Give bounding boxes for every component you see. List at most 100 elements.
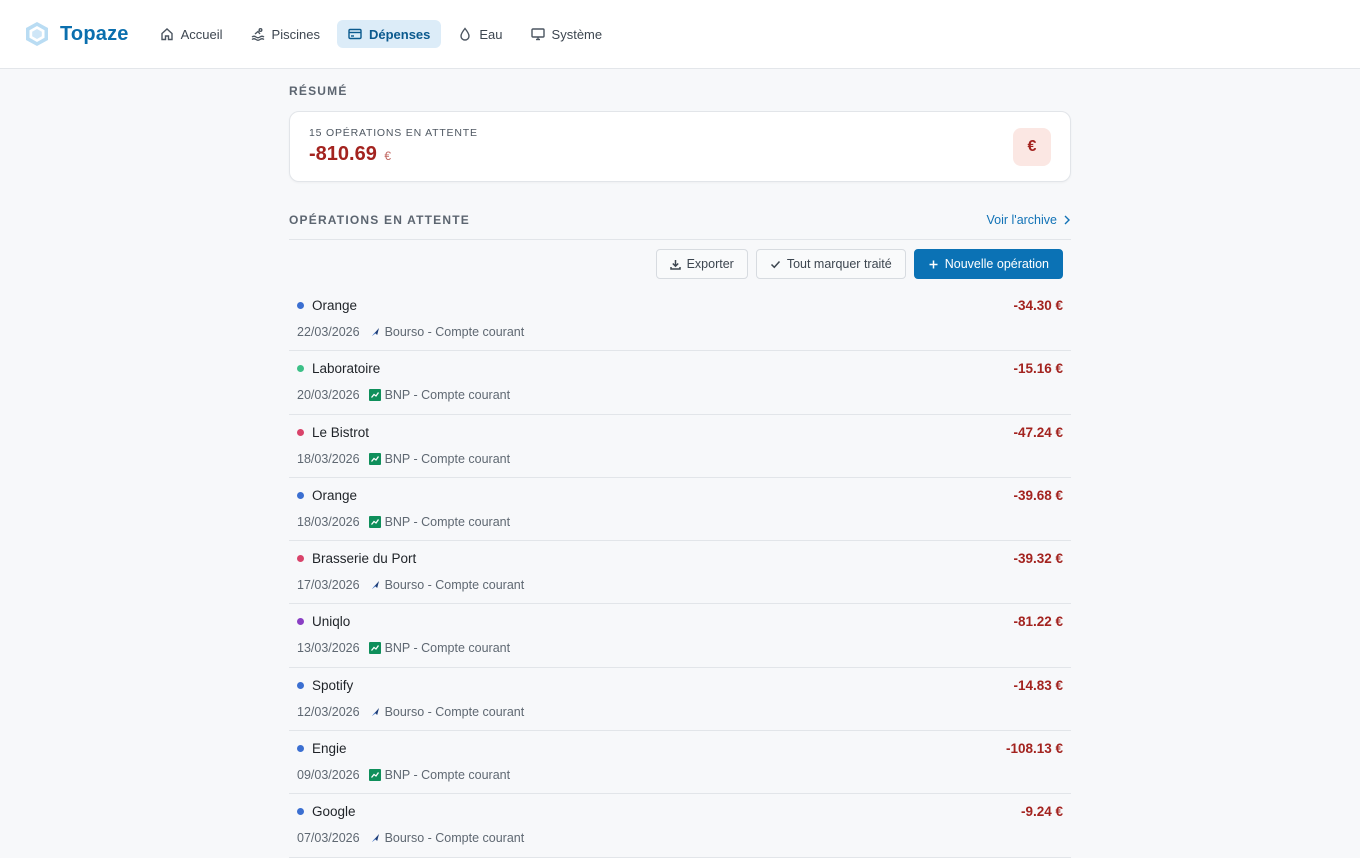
mark-all-processed-button[interactable]: Tout marquer traité <box>755 249 906 279</box>
operation-date: 17/03/2026 <box>297 578 360 593</box>
operation-amount: -39.68 € <box>1013 487 1063 503</box>
operation-name: Brasserie du Port <box>312 551 417 567</box>
operation-name: Orange <box>312 487 358 503</box>
pending-total-currency: € <box>384 149 392 163</box>
operation-meta: 07/03/2026 Bourso - Compte courant <box>297 831 524 845</box>
category-dot <box>297 428 304 436</box>
operation-date: 20/03/2026 <box>297 388 360 403</box>
nav-item-depenses[interactable]: Dépenses <box>336 20 442 48</box>
operation-row[interactable]: Laboratoire 20/03/2026 BNP - Compte cour… <box>289 351 1071 415</box>
operation-title: Le Bistrot <box>297 425 369 440</box>
operation-account: BNP - Compte courant <box>384 388 511 403</box>
home-icon <box>160 28 173 41</box>
operation-account: BNP - Compte courant <box>384 451 511 466</box>
category-dot <box>297 618 304 626</box>
operations-section-title: OPÉRATIONS EN ATTENTE <box>289 213 470 227</box>
operation-row[interactable]: Orange 22/03/2026 Bourso - Compte couran… <box>289 288 1071 352</box>
operation-name: Le Bistrot <box>312 424 370 440</box>
operation-title: Spotify <box>297 678 353 693</box>
operation-account: BNP - Compte courant <box>384 641 511 656</box>
summary-card: 15 OPÉRATIONS EN ATTENTE -810.69 € € <box>289 111 1071 182</box>
operations-toolbar: Exporter Tout marquer traité Nouvelle op… <box>289 249 1071 279</box>
view-archive-link[interactable]: Voir l'archive <box>987 213 1071 227</box>
swimmer-icon <box>251 28 264 41</box>
export-label: Exporter <box>686 257 734 271</box>
operation-date: 12/03/2026 <box>297 704 360 719</box>
nav-item-accueil[interactable]: Accueil <box>149 20 234 48</box>
export-button[interactable]: Exporter <box>655 249 748 279</box>
operation-account: Bourso - Compte courant <box>384 325 525 339</box>
operation-amount: -15.16 € <box>1013 361 1063 377</box>
nav-item-piscines[interactable]: Piscines <box>240 20 331 48</box>
category-dot <box>297 808 304 816</box>
euro-icon: € <box>1013 128 1051 166</box>
bnp-bank-icon <box>368 389 381 402</box>
operation-row[interactable]: Orange 18/03/2026 BNP - Compte courant -… <box>289 478 1071 542</box>
operation-name: Engie <box>312 741 347 757</box>
boursorama-bank-icon <box>369 832 381 844</box>
operation-row[interactable]: Google 07/03/2026 Bourso - Compte couran… <box>289 794 1071 858</box>
bnp-bank-icon <box>368 769 381 782</box>
main-nav: Accueil Piscines Dépenses Eau Système <box>149 20 613 48</box>
operation-title: Google <box>297 804 356 819</box>
nav-item-systeme[interactable]: Système <box>520 20 614 48</box>
droplet-icon <box>460 27 471 41</box>
operation-date: 18/03/2026 <box>297 514 360 529</box>
operation-row[interactable]: Uniqlo 13/03/2026 BNP - Compte courant -… <box>289 604 1071 668</box>
operation-amount: -81.22 € <box>1013 614 1063 630</box>
pending-total: -810.69 € <box>309 143 1051 166</box>
operation-title: Laboratoire <box>297 361 380 376</box>
plus-icon <box>929 260 938 268</box>
category-dot <box>297 745 304 753</box>
operation-account: Bourso - Compte courant <box>384 704 525 719</box>
operation-meta: 18/03/2026 BNP - Compte courant <box>297 452 510 466</box>
operation-name: Uniqlo <box>312 614 351 630</box>
operation-row[interactable]: Spotify 12/03/2026 Bourso - Compte coura… <box>289 668 1071 732</box>
summary-section-title: RÉSUMÉ <box>289 84 348 98</box>
boursorama-bank-icon <box>369 326 381 338</box>
operation-meta: 09/03/2026 BNP - Compte courant <box>297 768 510 782</box>
operation-title: Uniqlo <box>297 614 350 629</box>
nav-label: Dépenses <box>368 26 431 42</box>
operations-list: Orange 22/03/2026 Bourso - Compte couran… <box>289 288 1071 858</box>
new-operation-button[interactable]: Nouvelle opération <box>913 249 1063 279</box>
operation-row[interactable]: Brasserie du Port 17/03/2026 Bourso - Co… <box>289 541 1071 605</box>
nav-item-eau[interactable]: Eau <box>447 20 513 48</box>
operation-account: BNP - Compte courant <box>384 768 511 783</box>
operation-amount: -39.32 € <box>1013 551 1063 567</box>
operation-row[interactable]: Engie 09/03/2026 BNP - Compte courant -1… <box>289 731 1071 795</box>
new-operation-label: Nouvelle opération <box>944 257 1049 271</box>
operation-name: Laboratoire <box>312 361 381 377</box>
category-dot <box>297 681 304 689</box>
top-bar: Topaze Accueil Piscines Dépenses Eau Sys… <box>0 0 1360 69</box>
topaze-logo-icon <box>26 22 48 46</box>
operation-title: Engie <box>297 741 347 756</box>
operation-meta: 12/03/2026 Bourso - Compte courant <box>297 705 524 719</box>
operation-date: 22/03/2026 <box>297 325 360 339</box>
operation-meta: 13/03/2026 BNP - Compte courant <box>297 641 510 655</box>
operation-date: 18/03/2026 <box>297 451 360 466</box>
operation-title: Brasserie du Port <box>297 551 416 566</box>
nav-label: Eau <box>479 26 503 42</box>
category-dot <box>297 365 304 373</box>
operation-title: Orange <box>297 488 357 503</box>
view-archive-label: Voir l'archive <box>986 213 1057 227</box>
bnp-bank-icon <box>368 642 381 655</box>
operations-header: OPÉRATIONS EN ATTENTE Voir l'archive <box>289 213 1071 240</box>
operation-account: Bourso - Compte courant <box>384 831 525 846</box>
operation-account: BNP - Compte courant <box>384 514 511 529</box>
monitor-icon <box>530 28 545 41</box>
operation-row[interactable]: Le Bistrot 18/03/2026 BNP - Compte coura… <box>289 415 1071 478</box>
boursorama-bank-icon <box>369 579 381 591</box>
brand[interactable]: Topaze <box>25 21 129 47</box>
operation-meta: 17/03/2026 Bourso - Compte courant <box>297 578 524 592</box>
chevron-right-icon <box>1064 215 1070 225</box>
operation-amount: -9.24 € <box>1020 804 1063 820</box>
operation-date: 09/03/2026 <box>297 768 360 783</box>
download-icon <box>669 259 681 270</box>
operation-name: Orange <box>312 298 358 313</box>
check-icon <box>770 260 780 268</box>
credit-card-icon <box>348 28 362 40</box>
operation-amount: -47.24 € <box>1013 424 1063 440</box>
boursorama-bank-icon <box>369 706 381 718</box>
